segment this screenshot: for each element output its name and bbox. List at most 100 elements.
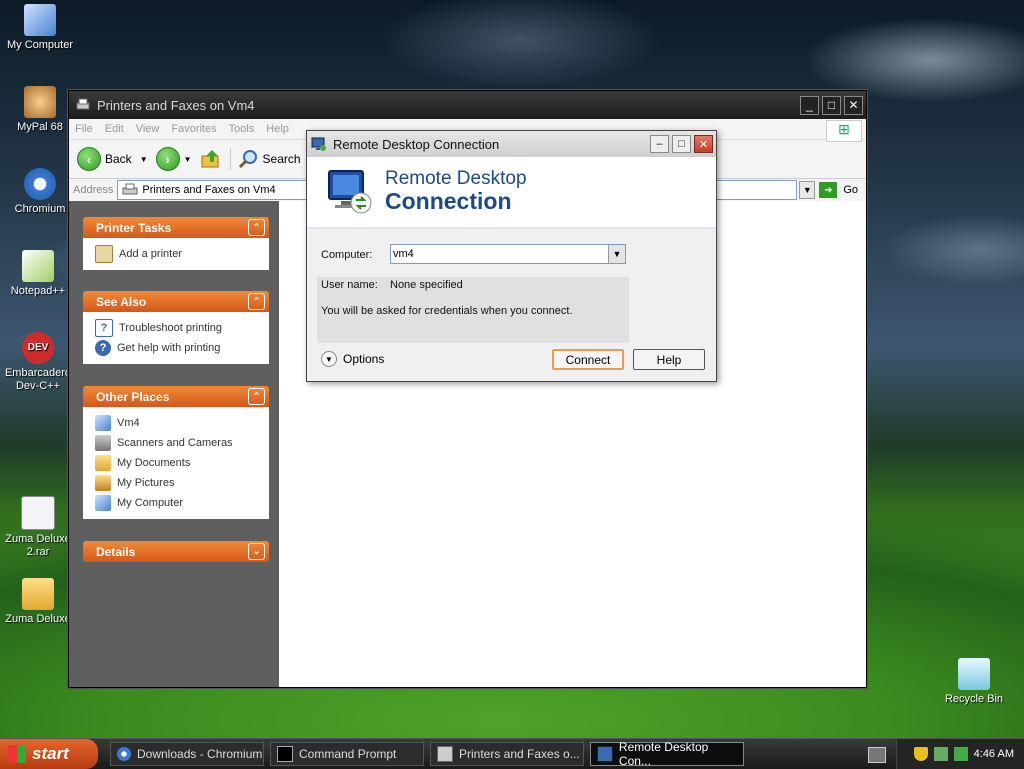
remote-desktop-icon <box>311 137 326 151</box>
help-question-icon: ? <box>95 319 113 337</box>
task-printers-faxes[interactable]: Printers and Faxes o... <box>430 742 584 766</box>
credentials-info-text: You will be asked for credentials when y… <box>321 305 573 317</box>
desktop-icon-label: Zuma Deluxe <box>5 613 71 625</box>
collapse-chevron-icon[interactable]: ⌃ <box>248 219 265 236</box>
minimize-button[interactable]: _ <box>800 95 819 115</box>
details-panel: Details ⌄ <box>83 541 269 562</box>
banner-title-line2: Connection <box>385 188 512 214</box>
other-places-header[interactable]: Other Places ⌃ <box>83 386 269 407</box>
help-button[interactable]: Help <box>633 349 705 370</box>
go-button[interactable]: ➜ Go <box>815 182 866 198</box>
address-value: Printers and Faxes on Vm4 <box>142 184 276 196</box>
back-button[interactable]: ‹ Back ▼ <box>77 147 148 171</box>
rdc-titlebar[interactable]: Remote Desktop Connection – □ ✕ <box>307 131 716 157</box>
desktop-icon-zuma-folder[interactable]: Zuma Deluxe <box>0 578 78 626</box>
link-label: My Computer <box>117 497 184 509</box>
task-downloads-chromium[interactable]: Downloads - Chromium <box>110 742 264 766</box>
back-arrow-icon: ‹ <box>77 147 101 171</box>
recycle-bin-icon <box>958 658 990 690</box>
task-remote-desktop[interactable]: Remote Desktop Con... <box>590 740 744 768</box>
add-printer-link[interactable]: Add a printer <box>95 244 257 264</box>
search-button[interactable]: Search <box>229 148 301 170</box>
up-folder-button[interactable] <box>200 148 222 170</box>
go-arrow-icon: ➜ <box>819 182 838 198</box>
forward-button[interactable]: › ▼ <box>155 147 192 171</box>
menu-view[interactable]: View <box>130 123 166 135</box>
notepadpp-icon <box>22 250 54 282</box>
desktop-icon-notepadpp[interactable]: Notepad++ <box>0 250 78 298</box>
menu-help[interactable]: Help <box>260 123 295 135</box>
username-label: User name: <box>321 279 378 291</box>
rdc-maximize-button[interactable]: □ <box>672 135 691 153</box>
task-pane: Printer Tasks ⌃ Add a printer See Also ⌃ <box>69 201 279 687</box>
rdc-dialog: Remote Desktop Connection – □ ✕ Remote D… <box>306 130 717 382</box>
desktop-icon-recycle-bin[interactable]: Recycle Bin <box>934 658 1014 706</box>
task-label: Command Prompt <box>299 747 397 761</box>
chevron-down-icon[interactable]: ▼ <box>608 245 625 263</box>
other-place-vm4[interactable]: Vm4 <box>95 413 257 433</box>
panel-title: Details <box>96 544 136 559</box>
menu-edit[interactable]: Edit <box>99 123 130 135</box>
computer-combobox[interactable]: vm4 ▼ <box>390 244 626 264</box>
connect-button[interactable]: Connect <box>552 349 624 370</box>
chevron-down-icon: ▼ <box>321 351 337 367</box>
printer-icon <box>437 746 453 762</box>
keyboard-icon[interactable] <box>868 747 886 763</box>
menu-file[interactable]: File <box>69 123 99 135</box>
forward-arrow-icon: › <box>155 147 180 171</box>
maximize-button[interactable]: □ <box>822 95 841 115</box>
scanner-icon <box>95 435 111 451</box>
address-dropdown-icon[interactable]: ▼ <box>799 181 816 199</box>
rdc-close-button[interactable]: ✕ <box>694 135 713 153</box>
pictures-folder-icon <box>95 475 111 491</box>
desktop-icon-zuma-rar[interactable]: Zuma Deluxe 2.rar <box>0 496 78 559</box>
other-place-my-documents[interactable]: My Documents <box>95 453 257 473</box>
collapse-chevron-icon[interactable]: ⌃ <box>248 388 265 405</box>
safely-remove-icon[interactable] <box>953 747 968 761</box>
link-label: Scanners and Cameras <box>117 437 233 449</box>
help-circle-icon: ? <box>95 340 111 356</box>
security-shield-icon[interactable] <box>913 747 928 761</box>
other-place-my-pictures[interactable]: My Pictures <box>95 473 257 493</box>
options-button[interactable]: ▼ Options <box>321 351 384 367</box>
network-icon[interactable] <box>933 747 948 761</box>
desktop-icon-my-computer[interactable]: My Computer <box>0 4 80 52</box>
panel-title: Other Places <box>96 389 170 404</box>
task-label: Downloads - Chromium <box>137 747 263 761</box>
computer-value[interactable]: vm4 <box>391 248 608 260</box>
other-place-scanners[interactable]: Scanners and Cameras <box>95 433 257 453</box>
rdc-minimize-button[interactable]: – <box>650 135 669 153</box>
link-label: My Pictures <box>117 477 175 489</box>
up-folder-icon <box>201 150 219 168</box>
printer-tasks-panel: Printer Tasks ⌃ Add a printer <box>83 217 269 270</box>
chromium-icon <box>24 168 56 200</box>
see-also-header[interactable]: See Also ⌃ <box>83 291 269 312</box>
panel-title: See Also <box>96 294 147 309</box>
taskbar: start Downloads - Chromium Command Promp… <box>0 738 1024 769</box>
other-place-my-computer[interactable]: My Computer <box>95 493 257 513</box>
back-dropdown-icon[interactable]: ▼ <box>140 155 148 164</box>
troubleshoot-printing-link[interactable]: ? Troubleshoot printing <box>95 318 257 338</box>
clock[interactable]: 4:46 AM <box>974 748 1014 760</box>
back-label: Back <box>105 152 132 166</box>
close-button[interactable]: ✕ <box>844 95 863 115</box>
desktop-icon-devcpp[interactable]: DEV Embarcadero Dev-C++ <box>0 332 78 393</box>
collapse-chevron-icon[interactable]: ⌃ <box>248 293 265 310</box>
get-help-printing-link[interactable]: ? Get help with printing <box>95 338 257 358</box>
command-prompt-icon <box>277 746 293 762</box>
start-button[interactable]: start <box>0 739 98 769</box>
username-value: None specified <box>390 279 463 291</box>
menu-tools[interactable]: Tools <box>223 123 261 135</box>
window-title: Printers and Faxes on Vm4 <box>97 97 255 113</box>
menu-favorites[interactable]: Favorites <box>165 123 222 135</box>
printer-tasks-header[interactable]: Printer Tasks ⌃ <box>83 217 269 238</box>
desktop-icon-label: Embarcadero Dev-C++ <box>4 367 72 392</box>
start-label: start <box>32 744 69 763</box>
search-label: Search <box>262 152 301 166</box>
forward-dropdown-icon[interactable]: ▼ <box>184 155 192 164</box>
details-header[interactable]: Details ⌄ <box>83 541 269 562</box>
printer-icon <box>122 183 138 195</box>
explorer-titlebar[interactable]: Printers and Faxes on Vm4 _ □ ✕ <box>69 91 866 119</box>
expand-chevron-icon[interactable]: ⌄ <box>248 543 265 560</box>
task-command-prompt[interactable]: Command Prompt <box>270 742 424 766</box>
